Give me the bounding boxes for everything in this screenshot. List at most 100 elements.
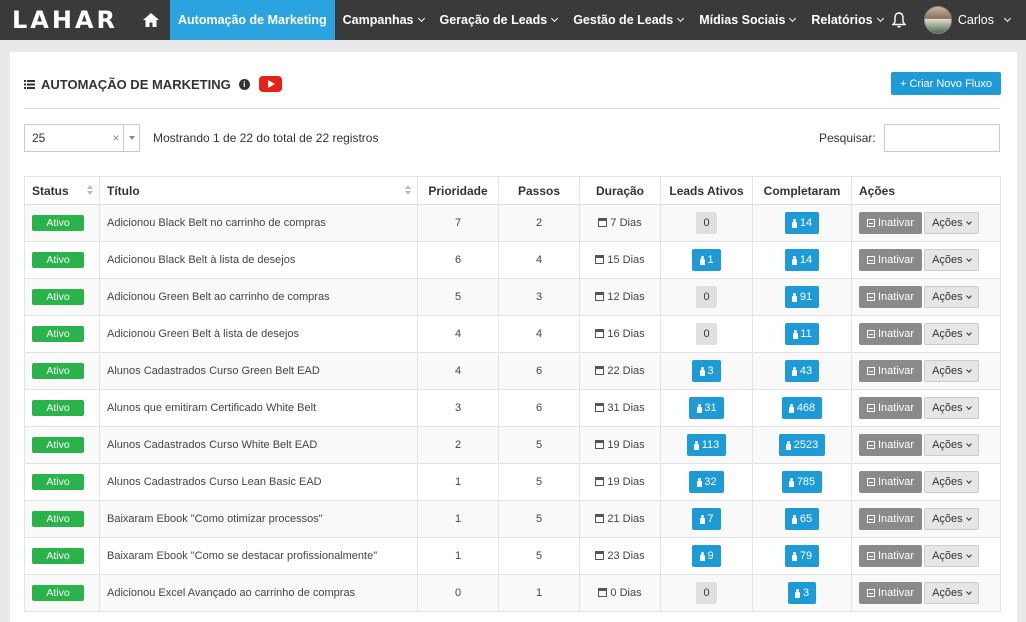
completed-badge[interactable]: 91 [784, 286, 820, 308]
completed-badge[interactable]: 785 [781, 471, 823, 493]
actions-dropdown-button[interactable]: Ações [924, 212, 979, 234]
active-leads-count: 1 [707, 254, 714, 266]
flow-title[interactable]: Adicionou Green Belt ao carrinho de comp… [107, 291, 330, 303]
flow-title[interactable]: Adicionou Green Belt à lista de desejos [107, 328, 299, 340]
column-header[interactable]: Duração [579, 176, 661, 205]
completed-count: 79 [799, 550, 813, 562]
page-size-select[interactable]: 25 × [24, 124, 140, 152]
actions-dropdown-button[interactable]: Ações [924, 286, 979, 308]
active-leads-cell: 32 [660, 463, 753, 501]
flow-title[interactable]: Adicionou Black Belt à lista de desejos [107, 254, 295, 266]
completed-badge[interactable]: 11 [785, 323, 819, 345]
active-leads-badge: 0 [696, 286, 717, 308]
inactivate-button[interactable]: Inativar [859, 508, 923, 530]
active-leads-cell: 1 [660, 241, 753, 279]
flow-title[interactable]: Baixaram Ebook "Como se destacar profiss… [107, 550, 377, 562]
completed-badge[interactable]: 468 [781, 397, 823, 419]
status-cell: Ativo [24, 463, 100, 501]
actions-cell: Inativar Ações [851, 463, 1001, 501]
column-header[interactable]: Completaram [752, 176, 852, 205]
table-row: Ativo Alunos Cadastrados Curso White Belt… [24, 426, 1001, 464]
nav-item-0[interactable]: Automação de Marketing [170, 0, 335, 40]
completed-badge[interactable]: 65 [784, 508, 820, 530]
actions-dropdown-button[interactable]: Ações [924, 508, 979, 530]
inactivate-button[interactable]: Inativar [859, 471, 923, 493]
sort-icon[interactable] [87, 185, 93, 195]
inactivate-button[interactable]: Inativar [859, 286, 923, 308]
youtube-icon[interactable] [258, 76, 282, 92]
nav-item-3[interactable]: Gestão de Leads [565, 0, 691, 40]
dropdown-arrow-icon[interactable] [123, 125, 139, 151]
active-leads-badge[interactable]: 31 [689, 397, 724, 419]
flow-title[interactable]: Alunos Cadastrados Curso White Belt EAD [107, 439, 317, 451]
active-leads-badge[interactable]: 32 [689, 471, 724, 493]
actions-dropdown-button[interactable]: Ações [924, 249, 979, 271]
status-badge: Ativo [32, 585, 84, 601]
actions-dropdown-button[interactable]: Ações [924, 582, 979, 604]
column-header[interactable]: Leads Ativos [660, 176, 753, 205]
actions-dropdown-button[interactable]: Ações [924, 434, 979, 456]
nav-item-2[interactable]: Geração de Leads [432, 0, 566, 40]
steps-value: 5 [535, 513, 543, 525]
completed-count: 14 [799, 217, 813, 229]
inactivate-button[interactable]: Inativar [859, 360, 923, 382]
inactivate-button[interactable]: Inativar [859, 212, 923, 234]
completed-badge[interactable]: 43 [784, 360, 820, 382]
active-leads-badge[interactable]: 1 [692, 249, 721, 271]
active-leads-badge[interactable]: 9 [692, 545, 721, 567]
avatar[interactable] [923, 6, 952, 34]
completed-badge[interactable]: 3 [787, 582, 817, 604]
title-cell: Adicionou Green Belt ao carrinho de comp… [99, 278, 418, 316]
clear-icon[interactable]: × [109, 131, 123, 145]
completed-badge[interactable]: 2523 [778, 434, 826, 456]
completed-badge[interactable]: 14 [784, 212, 820, 234]
actions-dropdown-button[interactable]: Ações [924, 397, 979, 419]
active-leads-badge[interactable]: 3 [692, 360, 721, 382]
inactivate-button[interactable]: Inativar [859, 323, 923, 345]
inactivate-button[interactable]: Inativar [859, 434, 923, 456]
actions-dropdown-button[interactable]: Ações [924, 471, 979, 493]
user-name[interactable]: Carlos [958, 13, 994, 27]
chevron-down-icon [965, 366, 972, 373]
nav-item-4[interactable]: Mídias Sociais [691, 0, 803, 40]
info-icon[interactable]: i [238, 78, 250, 90]
inactivate-button[interactable]: Inativar [859, 545, 923, 567]
completed-cell: 3 [752, 574, 852, 612]
flow-title[interactable]: Adicionou Excel Avançado ao carrinho de … [107, 587, 355, 599]
nav-item-5[interactable]: Relatórios [803, 0, 890, 40]
flow-title[interactable]: Baixaram Ebook "Como otimizar processos" [107, 513, 323, 525]
active-leads-badge[interactable]: 7 [692, 508, 721, 530]
actions-dropdown-button[interactable]: Ações [924, 323, 979, 345]
column-header[interactable]: Título [99, 176, 418, 205]
completed-badge[interactable]: 14 [784, 249, 820, 271]
inactivate-button[interactable]: Inativar [859, 582, 923, 604]
home-icon[interactable] [132, 0, 170, 40]
completed-count: 14 [799, 254, 813, 266]
inactivate-button[interactable]: Inativar [859, 249, 923, 271]
flow-title[interactable]: Alunos Cadastrados Curso Lean Basic EAD [107, 476, 322, 488]
actions-dropdown-button[interactable]: Ações [924, 545, 979, 567]
inactivate-label: Inativar [878, 365, 915, 377]
minus-square-icon [867, 404, 875, 412]
column-header[interactable]: Passos [498, 176, 580, 205]
column-header[interactable]: Prioridade [417, 176, 499, 205]
flow-title[interactable]: Alunos que emitiram Certificado White Be… [107, 402, 316, 414]
inactivate-button[interactable]: Inativar [859, 397, 923, 419]
actions-dropdown-button[interactable]: Ações [924, 360, 979, 382]
chevron-down-icon[interactable] [1003, 14, 1012, 23]
active-leads-badge[interactable]: 113 [686, 434, 727, 456]
priority-cell: 2 [417, 426, 499, 464]
create-flow-button[interactable]: + Criar Novo Fluxo [891, 72, 1001, 95]
title-cell: Adicionou Black Belt no carrinho de comp… [99, 204, 418, 242]
search-input[interactable] [884, 124, 1000, 152]
nav-item-1[interactable]: Campanhas [335, 0, 432, 40]
flow-title[interactable]: Adicionou Black Belt no carrinho de comp… [107, 217, 326, 229]
lahar-logo[interactable]: LAHAR [0, 0, 132, 40]
flow-title[interactable]: Alunos Cadastrados Curso Green Belt EAD [107, 365, 320, 377]
column-header[interactable]: Status [24, 176, 100, 205]
sort-icon[interactable] [405, 185, 411, 195]
completed-badge[interactable]: 79 [784, 545, 820, 567]
minus-square-icon [867, 330, 875, 338]
completed-count: 43 [799, 365, 813, 377]
bell-icon[interactable] [888, 12, 910, 28]
